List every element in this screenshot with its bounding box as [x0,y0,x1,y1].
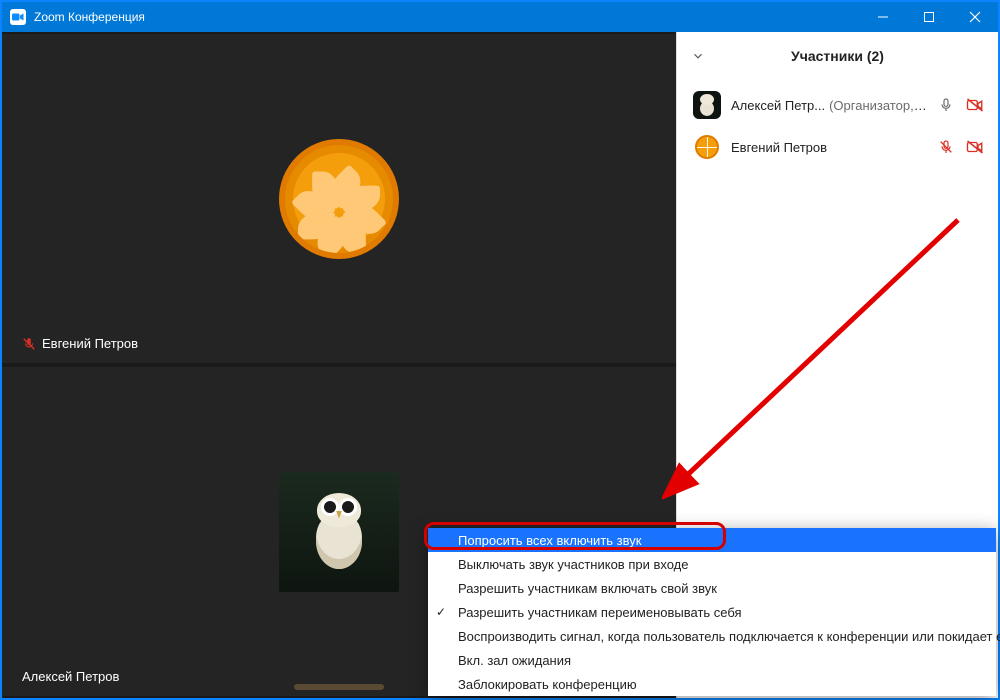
tile-caption: Евгений Петров [22,336,138,351]
participant-name: Евгений Петров [731,140,928,155]
menu-item-label: Вкл. зал ожидания [458,653,571,668]
tile-caption: Алексей Петров [22,669,119,684]
participant-list: Алексей Петр...(Организатор, я) Евгений … [677,80,998,172]
menu-item-label: Выключать звук участников при входе [458,557,688,572]
mic-muted-icon [22,337,36,351]
chevron-down-icon[interactable] [691,49,705,63]
menu-item[interactable]: Выключать звук участников при входе [428,552,996,576]
menu-item-label: Разрешить участникам включать свой звук [458,581,717,596]
menu-item[interactable]: Вкл. зал ожидания [428,648,996,672]
mic-muted-icon [938,139,956,155]
panel-title: Участники (2) [791,48,884,64]
window-title: Zoom Конференция [34,10,145,24]
camera-off-icon [966,97,984,113]
tile-name: Евгений Петров [42,336,138,351]
tile-name: Алексей Петров [22,669,119,684]
mic-icon [938,97,956,113]
maximize-button[interactable] [906,2,952,32]
video-tile[interactable]: Евгений Петров [2,32,676,365]
titlebar: Zoom Конференция [2,2,998,32]
participant-name: Алексей Петр...(Организатор, я) [731,98,928,113]
camera-off-icon [966,139,984,155]
menu-item[interactable]: Воспроизводить сигнал, когда пользовател… [428,624,996,648]
avatar-orange-large [279,139,399,259]
menu-item-label: Попросить всех включить звук [458,533,641,548]
participant-row[interactable]: Евгений Петров [677,126,998,168]
menu-item-label: Заблокировать конференцию [458,677,637,692]
avatar [693,91,721,119]
menu-item[interactable]: Разрешить участникам включать свой звук [428,576,996,600]
app-window: Zoom Конференция [0,0,1000,700]
participant-row[interactable]: Алексей Петр...(Организатор, я) [677,84,998,126]
check-icon: ✓ [436,605,446,619]
minimize-button[interactable] [860,2,906,32]
zoom-app-icon [10,9,26,25]
close-button[interactable] [952,2,998,32]
menu-item-label: Разрешить участникам переименовывать себ… [458,605,742,620]
avatar-owl-large [279,472,399,592]
avatar [693,133,721,161]
menu-item[interactable]: Попросить всех включить звук [428,528,996,552]
menu-item[interactable]: ✓ Разрешить участникам переименовывать се… [428,600,996,624]
menu-item[interactable]: Заблокировать конференцию [428,672,996,696]
menu-item-label: Воспроизводить сигнал, когда пользовател… [458,629,1000,644]
context-menu[interactable]: Попросить всех включить звук Выключать зв… [428,528,996,696]
panel-header: Участники (2) [677,32,998,80]
